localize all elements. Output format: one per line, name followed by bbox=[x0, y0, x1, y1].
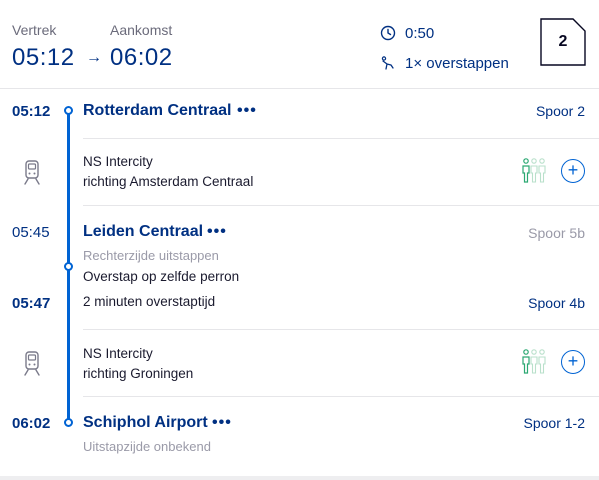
train-icon bbox=[22, 159, 42, 187]
departure-label: Vertrek bbox=[12, 22, 57, 38]
stop-node bbox=[64, 262, 73, 271]
platform: Spoor 4b bbox=[528, 295, 585, 311]
train-type: NS Intercity bbox=[83, 346, 153, 361]
transfer-note: Overstap op zelfde perron bbox=[83, 269, 240, 284]
train-type: NS Intercity bbox=[83, 154, 153, 169]
exit-side-note: Uitstapzijde onbekend bbox=[83, 439, 211, 454]
crowd-badge[interactable]: 2 bbox=[540, 18, 586, 66]
divider bbox=[83, 329, 599, 330]
more-options-icon[interactable]: ••• bbox=[207, 223, 227, 241]
divider bbox=[83, 205, 599, 206]
crowd-icon bbox=[519, 158, 547, 184]
more-options-icon[interactable]: ••• bbox=[212, 414, 232, 432]
transfer-time: 2 minuten overstaptijd bbox=[83, 294, 216, 309]
stop-time: 06:02 bbox=[12, 415, 51, 432]
station-name[interactable]: Rotterdam Centraal bbox=[83, 102, 231, 120]
departure-time: 05:12 bbox=[12, 44, 75, 71]
add-button[interactable]: + bbox=[561, 159, 585, 183]
station-name[interactable]: Schiphol Airport bbox=[83, 414, 208, 432]
transfer-count: 1× overstappen bbox=[405, 55, 509, 72]
platform: Spoor 1-2 bbox=[523, 415, 585, 431]
divider bbox=[83, 396, 599, 397]
stop-node bbox=[64, 418, 73, 427]
transfer-icon bbox=[380, 55, 396, 71]
stop-node bbox=[64, 106, 73, 115]
platform: Spoor 5b bbox=[528, 225, 585, 241]
crowd-badge-value: 2 bbox=[558, 33, 568, 50]
arrival-time: 06:02 bbox=[110, 44, 173, 71]
station-name[interactable]: Leiden Centraal bbox=[83, 223, 203, 241]
bottom-edge bbox=[0, 476, 599, 480]
train-icon bbox=[22, 350, 42, 378]
stop-time: 05:47 bbox=[12, 295, 51, 312]
clock-icon bbox=[380, 25, 396, 41]
divider bbox=[83, 138, 599, 139]
more-options-icon[interactable]: ••• bbox=[237, 102, 257, 120]
arrival-label: Aankomst bbox=[110, 22, 173, 38]
arrow-right-icon: → bbox=[86, 49, 102, 66]
trip-duration: 0:50 bbox=[405, 25, 435, 42]
exit-side-note: Rechterzijde uitstappen bbox=[83, 248, 219, 263]
stop-time: 05:45 bbox=[12, 224, 50, 241]
stop-time: 05:12 bbox=[12, 103, 51, 120]
train-direction: richting Amsterdam Centraal bbox=[83, 174, 254, 189]
train-direction: richting Groningen bbox=[83, 366, 194, 381]
divider bbox=[0, 88, 599, 89]
add-button[interactable]: + bbox=[561, 350, 585, 374]
platform: Spoor 2 bbox=[535, 103, 585, 119]
crowd-icon bbox=[519, 349, 547, 375]
